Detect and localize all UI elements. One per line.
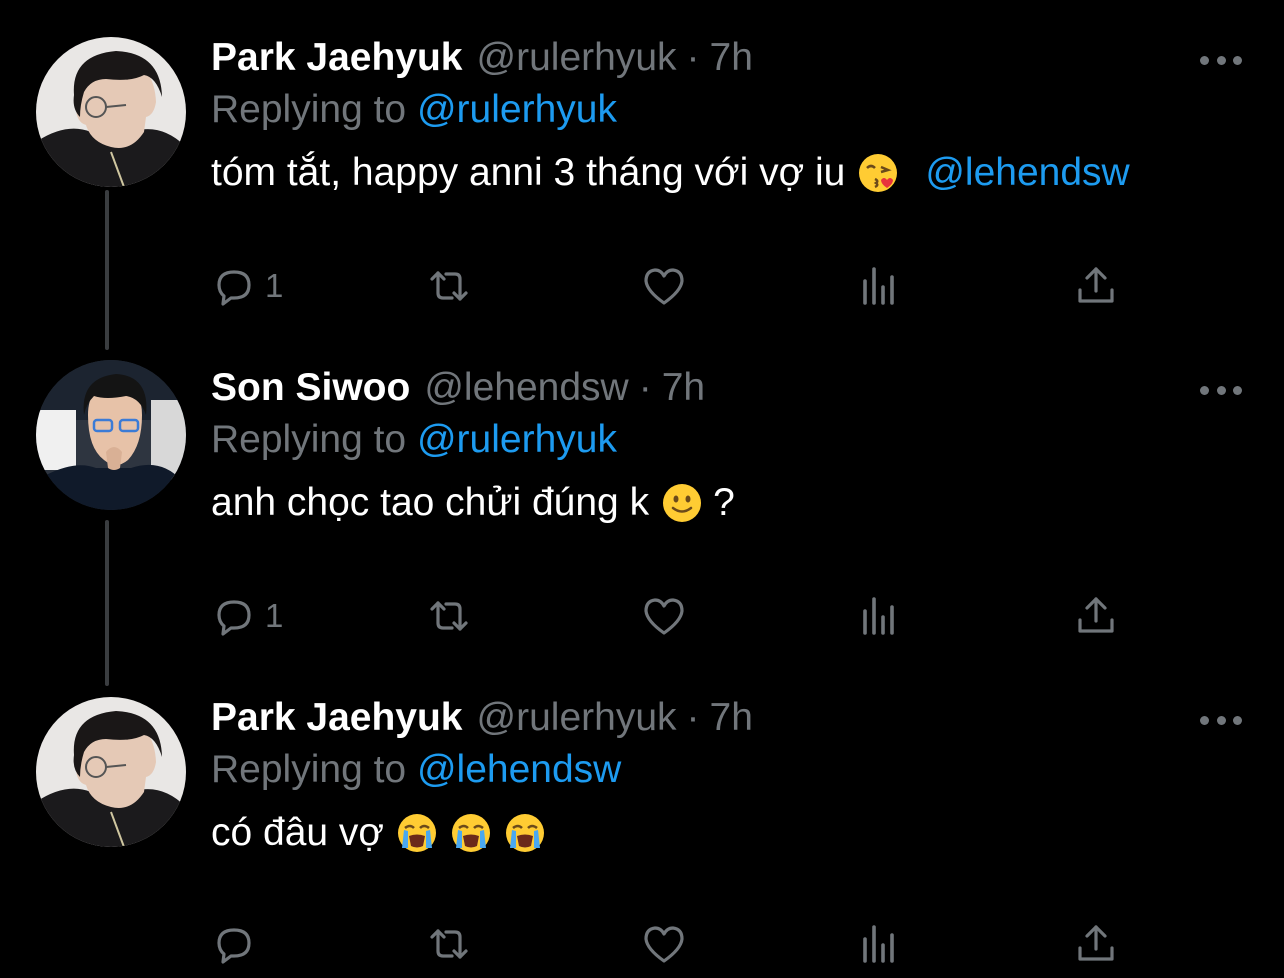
tweet-body: tóm tắt, happy anni 3 tháng với vợ iu (211, 151, 846, 194)
analytics-button[interactable] (859, 591, 905, 641)
separator: · (686, 36, 700, 79)
share-icon (1073, 263, 1119, 309)
analytics-button[interactable] (859, 261, 905, 311)
like-icon (641, 263, 687, 309)
avatar[interactable] (36, 360, 186, 510)
user-handle[interactable]: @lehendsw (424, 363, 628, 413)
user-handle[interactable]: @rulerhyuk (477, 33, 677, 83)
slightly-smiling-emoji (661, 482, 703, 524)
tweet-header: Park Jaehyuk @rulerhyuk · 7h (211, 693, 753, 743)
timestamp[interactable]: 7h (710, 33, 753, 83)
crying-emoji (504, 812, 546, 854)
more-icon[interactable] (1200, 383, 1242, 397)
analytics-button[interactable] (859, 919, 905, 969)
reply-button[interactable] (211, 919, 265, 969)
analytics-icon (859, 921, 905, 967)
tweet-body-suffix: ? (713, 481, 735, 524)
more-icon[interactable] (1200, 53, 1242, 67)
share-icon (1073, 921, 1119, 967)
replying-to-mention[interactable]: @rulerhyuk (417, 418, 617, 461)
replying-to-mention[interactable]: @rulerhyuk (417, 88, 617, 131)
tweet-body: có đâu vợ (211, 811, 385, 854)
tweet-header: Park Jaehyuk @rulerhyuk · 7h (211, 33, 753, 83)
timestamp[interactable]: 7h (710, 693, 753, 743)
share-button[interactable] (1073, 261, 1119, 311)
separator: · (686, 696, 700, 739)
display-name[interactable]: Son Siwoo (211, 363, 410, 413)
tweet-mention[interactable]: @lehendsw (925, 145, 1129, 201)
like-button[interactable] (641, 919, 687, 969)
replying-to-label: Replying to (211, 748, 417, 791)
separator: · (638, 366, 652, 409)
more-icon[interactable] (1200, 713, 1242, 727)
kissing-heart-emoji (857, 152, 899, 194)
tweet-actions: 1 (211, 261, 1211, 311)
like-icon (641, 921, 687, 967)
retweet-button[interactable] (426, 919, 472, 969)
tweet[interactable]: Son Siwoo @lehendsw · 7h Replying to @ru… (0, 360, 1284, 663)
reply-icon (211, 593, 257, 639)
share-button[interactable] (1073, 591, 1119, 641)
retweet-icon (426, 593, 472, 639)
reply-count: 1 (265, 597, 284, 634)
tweet-actions (211, 919, 1211, 969)
display-name[interactable]: Park Jaehyuk (211, 693, 463, 743)
tweet-header: Son Siwoo @lehendsw · 7h (211, 363, 705, 413)
retweet-icon (426, 263, 472, 309)
avatar[interactable] (36, 37, 186, 187)
reply-button[interactable]: 1 (211, 261, 283, 311)
tweet-body: anh chọc tao chửi đúng k (211, 481, 650, 524)
crying-emoji (396, 812, 438, 854)
share-icon (1073, 593, 1119, 639)
replying-to: Replying to @lehendsw (211, 745, 621, 795)
share-button[interactable] (1073, 919, 1119, 969)
reply-button[interactable]: 1 (211, 591, 283, 641)
reply-icon (211, 921, 257, 967)
user-handle[interactable]: @rulerhyuk (477, 693, 677, 743)
replying-to-label: Replying to (211, 418, 417, 461)
like-button[interactable] (641, 591, 687, 641)
crying-emoji (450, 812, 492, 854)
timestamp[interactable]: 7h (662, 363, 705, 413)
replying-to: Replying to @rulerhyuk (211, 85, 617, 135)
replying-to-label: Replying to (211, 88, 417, 131)
avatar[interactable] (36, 697, 186, 847)
tweet-text: anh chọc tao chửi đúng k ? (211, 475, 735, 531)
retweet-button[interactable] (426, 591, 472, 641)
display-name[interactable]: Park Jaehyuk (211, 33, 463, 83)
tweet[interactable]: Park Jaehyuk @rulerhyuk · 7h Replying to… (0, 693, 1284, 978)
retweet-icon (426, 921, 472, 967)
like-button[interactable] (641, 261, 687, 311)
replying-to-mention[interactable]: @lehendsw (417, 748, 621, 791)
tweet[interactable]: Park Jaehyuk @rulerhyuk · 7h Replying to… (0, 33, 1284, 333)
analytics-icon (859, 593, 905, 639)
like-icon (641, 593, 687, 639)
tweet-text: tóm tắt, happy anni 3 tháng với vợ iu @l… (211, 145, 1130, 201)
tweet-text: có đâu vợ (211, 805, 552, 861)
tweet-actions: 1 (211, 591, 1211, 641)
retweet-button[interactable] (426, 261, 472, 311)
replying-to: Replying to @rulerhyuk (211, 415, 617, 465)
reply-icon (211, 263, 257, 309)
analytics-icon (859, 263, 905, 309)
reply-count: 1 (265, 267, 284, 304)
